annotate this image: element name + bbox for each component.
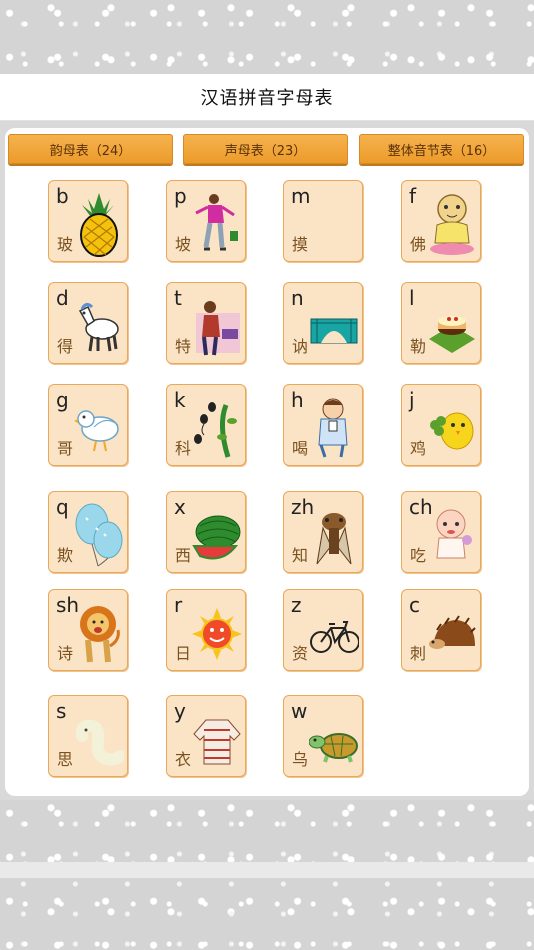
pinyin-letter: f (409, 184, 417, 208)
initial-tile-j[interactable]: j鸡 (401, 384, 481, 466)
baby-eating-icon (427, 502, 477, 568)
initial-tile-p[interactable]: p坡 (166, 180, 246, 262)
example-character: 诗 (57, 644, 74, 663)
buddha-icon (427, 191, 477, 257)
pinyin-letter: l (409, 286, 415, 310)
initial-tile-d[interactable]: d得 (48, 282, 128, 364)
hedgehog-icon (427, 600, 477, 666)
pineapple-icon (74, 191, 124, 257)
pinyin-letter: m (291, 184, 311, 208)
pinyin-letter: w (291, 699, 308, 723)
example-character: 科 (175, 439, 192, 458)
initial-tile-ch[interactable]: ch 吃 (401, 491, 481, 573)
pinyin-letter: y (174, 699, 186, 723)
bottom-strip (0, 862, 534, 878)
cake-icon (427, 293, 477, 359)
initial-tile-y[interactable]: y衣 (166, 695, 246, 777)
balloons-icon (74, 502, 124, 568)
initial-tile-l[interactable]: l勒 (401, 282, 481, 364)
example-character: 坡 (175, 235, 192, 254)
pinyin-letter: s (56, 699, 67, 723)
title-bar: 汉语拼音字母表 (0, 74, 534, 121)
initial-tile-g[interactable]: g哥 (48, 384, 128, 466)
initial-tile-m[interactable]: m摸 (283, 180, 363, 262)
initial-tile-b[interactable]: b玻 (48, 180, 128, 262)
initial-tile-sh[interactable]: sh 诗 (48, 589, 128, 671)
pinyin-letter: x (174, 495, 186, 519)
tadpoles-icon (192, 395, 242, 461)
sweater-icon (192, 706, 242, 772)
example-character: 知 (292, 546, 309, 565)
initial-tile-f[interactable]: f佛 (401, 180, 481, 262)
cicada-icon (309, 502, 359, 568)
example-character: 欺 (57, 546, 74, 565)
pinyin-letter: p (174, 184, 187, 208)
example-character: 勒 (410, 337, 427, 356)
initial-tile-h[interactable]: h喝 (283, 384, 363, 466)
pinyin-letter: g (56, 388, 69, 412)
example-character: 西 (175, 546, 192, 565)
initial-tile-k[interactable]: k科 (166, 384, 246, 466)
example-character: 哥 (57, 439, 74, 458)
lion-icon (74, 600, 124, 666)
pinyin-letter: r (174, 593, 183, 617)
sun-icon (192, 600, 242, 666)
star-background-top (0, 0, 534, 74)
initial-tile-zh[interactable]: zh 知 (283, 491, 363, 573)
example-character: 特 (175, 337, 192, 356)
example-character: 日 (175, 644, 192, 663)
example-character: 摸 (292, 235, 309, 254)
pinyin-letter: z (291, 593, 302, 617)
example-character: 玻 (57, 235, 74, 254)
example-character: 资 (292, 644, 309, 663)
horse-icon (74, 293, 124, 359)
initial-tile-r[interactable]: r日 (166, 589, 246, 671)
silkworm-icon (74, 706, 124, 772)
initial-tile-c[interactable]: c刺 (401, 589, 481, 671)
initial-tile-w[interactable]: w乌 (283, 695, 363, 777)
pinyin-letter: j (409, 388, 415, 412)
example-character: 得 (57, 337, 74, 356)
example-character: 刺 (410, 644, 427, 663)
page-title: 汉语拼音字母表 (200, 88, 334, 109)
pinyin-letter: k (174, 388, 186, 412)
initial-tile-t[interactable]: t特 (166, 282, 246, 364)
chick-icon (427, 395, 477, 461)
pinyin-letter: n (291, 286, 304, 310)
pinyin-letter: d (56, 286, 69, 310)
pinyin-letter: h (291, 388, 304, 412)
example-character: 讷 (292, 337, 309, 356)
example-character: 喝 (292, 439, 309, 458)
example-character: 乌 (292, 750, 309, 769)
example-character: 鸡 (410, 439, 427, 458)
pinyin-letter: c (409, 593, 420, 617)
example-character: 思 (57, 750, 74, 769)
pinyin-letter: t (174, 286, 182, 310)
pinyin-letter: q (56, 495, 69, 519)
initials-grid: b 玻 p 坡 m 摸 f 佛 d 得 t 特 n 讷 l 勒 g 哥 k 科 h 喝 j 鸡 q 欺 x 西 zh 知 ch 吃 sh 诗 r 日 z… (5, 128, 529, 796)
woman-icon (192, 293, 242, 359)
bridge-icon (309, 293, 359, 359)
initial-tile-x[interactable]: x西 (166, 491, 246, 573)
bicycle-icon (309, 600, 359, 666)
turtle-icon (309, 706, 359, 772)
initial-tile-z[interactable]: z资 (283, 589, 363, 671)
initial-tile-n[interactable]: n讷 (283, 282, 363, 364)
initial-tile-q[interactable]: q欺 (48, 491, 128, 573)
example-character: 衣 (175, 750, 192, 769)
child-drinking-icon (309, 395, 359, 461)
dove-icon (74, 395, 124, 461)
person-walking-icon (192, 191, 242, 257)
initial-tile-s[interactable]: s思 (48, 695, 128, 777)
pinyin-letter: b (56, 184, 69, 208)
content-card: 韵母表（24） 声母表（23） 整体音节表（16） b玻p坡m摸f佛d得t特n讷… (5, 128, 529, 796)
watermelon-icon (192, 502, 242, 568)
example-character: 吃 (410, 546, 427, 565)
example-character: 佛 (410, 235, 427, 254)
